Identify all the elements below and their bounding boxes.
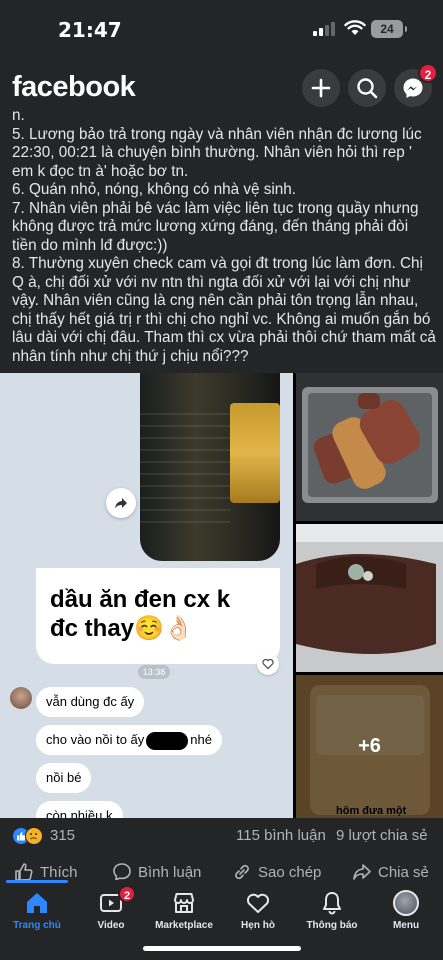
image-overlay-text: hôm đưa một [336,805,407,817]
bell-icon [323,892,341,915]
post-image-thumb-1[interactable] [296,373,443,521]
post-image-thumb-3[interactable]: +6 hôm đưa một [296,675,443,818]
tab-label: Menu [392,920,420,931]
moldy-food-photo [296,524,443,672]
post-image-thumb-2[interactable] [296,524,443,672]
chat-message: nồi bé [36,763,92,793]
avatar [10,687,32,709]
thumbs-up-icon [15,863,33,881]
share-button[interactable]: Chia sẻ [352,862,429,882]
tab-label: Marketplace [155,920,213,931]
heart-reaction [257,653,279,675]
post-image-grid: dầu ăn đen cx k đc thay☺️👌🏻 13:38 vẫn dù… [0,373,443,818]
tab-notifications[interactable]: Thông báo [295,888,369,931]
dating-heart-icon [246,893,270,913]
tab-menu[interactable]: Menu [369,888,443,931]
post-paragraph: 6. Quán nhỏ, nóng, không có nhà vệ sinh. [12,181,297,198]
tab-dating[interactable]: Hẹn hò [221,888,295,931]
battery-indicator: 24 [371,20,407,38]
tab-label: Video [97,920,125,931]
reaction-count[interactable]: 315 [50,827,75,844]
active-tab-indicator [6,880,68,883]
comment-count[interactable]: 115 bình luận [236,827,326,844]
facebook-logo: facebook [12,71,136,103]
redacted-text [146,731,189,750]
post-paragraph: 8. Thường xuyên check cam và gọi đt tron… [12,255,441,365]
app-header: facebook 2 [0,60,443,110]
forward-icon [115,498,127,509]
sad-reaction-icon [25,827,43,845]
more-images-overlay[interactable]: +6 [296,675,443,818]
chat-message: còn nhiều k [36,801,123,818]
post-body: n. 5. Lương bảo trả trong ngày và nhân v… [12,107,436,366]
status-bar: 21:47 24 [0,0,443,60]
more-images-count: +6 [358,735,381,757]
caption-line: đc thay☺️👌🏻 [50,615,194,642]
comment-button[interactable]: Bình luận [112,862,201,882]
comment-icon [113,863,131,882]
post-image-main[interactable]: dầu ăn đen cx k đc thay☺️👌🏻 13:38 vẫn dù… [0,373,293,818]
share-label: Chia sẻ [378,863,429,881]
tab-marketplace[interactable]: Marketplace [147,888,221,931]
tab-label: Hẹn hò [241,920,275,931]
reaction-icons[interactable] [12,827,48,845]
plus-icon [311,78,331,98]
chat-message-text: cho vào nồi to ấy [46,732,145,747]
chat-message: cho vào nồi to ấy nhé [36,725,222,755]
chat-message-text: nhé [190,732,212,747]
link-icon [235,864,249,880]
messenger-button[interactable]: 2 [394,63,438,107]
messenger-badge: 2 [418,63,438,83]
copy-button[interactable]: Sao chép [232,862,321,882]
wifi-icon [344,20,366,35]
tab-home[interactable]: Trang chủ [0,888,74,931]
create-button[interactable] [302,69,340,107]
food-tray-photo [296,373,443,521]
tab-label: Thông báo [306,920,358,931]
post-paragraph: 7. Nhân viên phải bê vác làm việc liên t… [12,199,423,254]
chat-message: vẫn dùng đc ấy [36,687,145,717]
comment-label: Bình luận [138,863,202,881]
bottle-label [230,403,280,503]
home-icon [27,893,47,913]
marketplace-icon [174,893,194,913]
caption-line: dầu ăn đen cx k [50,586,231,613]
tab-label: Trang chủ [13,920,61,931]
share-icon [353,864,371,880]
tab-video[interactable]: 2 Video [74,885,148,931]
post-paragraph: 5. Lương bảo trả trong ngày và nhân viên… [12,125,426,180]
message-timestamp: 13:38 [138,665,170,679]
reaction-summary: 315 115 bình luận 9 lượt chia sẻ [12,824,432,848]
search-icon [357,78,378,99]
copy-label: Sao chép [258,863,322,881]
like-label: Thích [40,863,78,881]
cellular-signal-icon [313,22,337,36]
bottle-texture [140,413,230,533]
forward-button[interactable] [106,488,136,518]
post-paragraph: n. [12,107,25,124]
profile-avatar [393,890,419,916]
like-button[interactable]: Thích [14,862,78,882]
home-indicator [143,946,301,951]
heart-icon [262,658,274,670]
image-caption: dầu ăn đen cx k đc thay☺️👌🏻 [50,585,280,643]
video-badge: 2 [118,885,136,903]
search-button[interactable] [348,69,386,107]
status-time: 21:47 [58,18,122,42]
share-count[interactable]: 9 lượt chia sẻ [336,827,428,844]
